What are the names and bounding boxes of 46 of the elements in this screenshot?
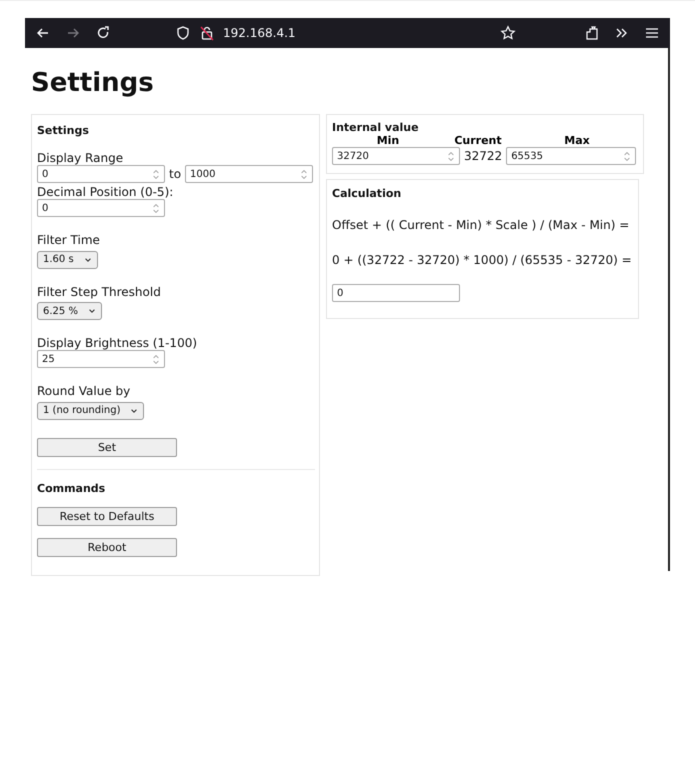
- panel-title: Internal value: [332, 121, 420, 134]
- number-field[interactable]: 0: [37, 199, 165, 217]
- number-field[interactable]: 32720: [332, 147, 460, 165]
- column-header: Current: [453, 134, 503, 147]
- formula-text: Offset + (( Current - Min) * Scale ) / (Max - Min) =: [332, 218, 630, 232]
- panel-title: Calculation: [332, 187, 402, 200]
- shield-icon: [175, 25, 191, 41]
- chevron-down-icon: [130, 406, 138, 414]
- field-label: Filter Step Threshold: [37, 284, 162, 298]
- dropdown[interactable]: 1.60 s: [37, 250, 98, 268]
- current-value: 32722: [464, 149, 502, 163]
- dropdown[interactable]: 6.25 %: [37, 302, 102, 320]
- spinner-icon[interactable]: [300, 168, 308, 180]
- lock-icon: [199, 25, 215, 41]
- reload-icon[interactable]: [95, 25, 111, 41]
- page-title: Settings: [31, 67, 155, 100]
- panel-title: Commands: [37, 482, 106, 494]
- number-field[interactable]: 1000: [185, 165, 314, 183]
- url-text: 192.168.4.1: [223, 26, 297, 40]
- field-label: Display Brightness (1-100): [37, 336, 198, 350]
- number-field[interactable]: 65535: [506, 147, 636, 165]
- panel-title: Settings: [37, 124, 90, 137]
- formula-text: 0 + ((32722 - 32720) * 1000) / (65535 - 32720) =: [332, 253, 632, 267]
- command-button[interactable]: Reboot: [37, 538, 177, 556]
- column-header: Max: [563, 134, 591, 147]
- column-header: Min: [376, 134, 400, 147]
- spinner-icon[interactable]: [152, 354, 160, 364]
- spinner-icon[interactable]: [447, 150, 455, 162]
- field-label: Decimal Position (0-5):: [37, 185, 174, 199]
- field-label: Display Range: [37, 151, 124, 165]
- spinner-icon[interactable]: [152, 168, 160, 180]
- extensions-icon[interactable]: [584, 25, 600, 41]
- number-field[interactable]: 25: [37, 350, 165, 368]
- chevron-down-icon: [84, 256, 92, 264]
- number-field[interactable]: 0: [37, 165, 165, 183]
- command-button[interactable]: Reset to Defaults: [37, 506, 177, 526]
- result-field: 0: [332, 284, 460, 302]
- spinner-icon[interactable]: [152, 202, 160, 214]
- field-label: Round Value by: [37, 384, 132, 398]
- dropdown[interactable]: 1 (no rounding): [37, 402, 144, 420]
- field-label: Filter Time: [37, 233, 101, 247]
- set-button[interactable]: Set: [37, 438, 177, 456]
- chevron-down-icon: [88, 307, 96, 315]
- range-separator: to: [169, 167, 182, 181]
- star-icon[interactable]: [500, 25, 516, 41]
- spinner-icon[interactable]: [623, 150, 632, 162]
